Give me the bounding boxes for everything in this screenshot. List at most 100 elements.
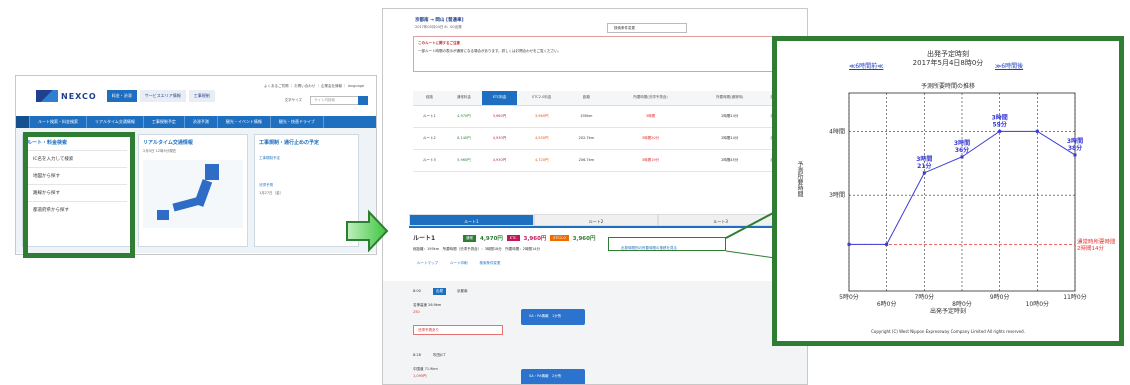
card-title: リアルタイム交通情報	[143, 140, 193, 146]
topnav-item[interactable]: 料金・渋滞	[106, 90, 137, 102]
topnav-item[interactable]: 工事規制	[188, 90, 215, 102]
route-date: 2017年05月04日 8：00出発	[415, 25, 462, 29]
traffic-note: 2月5日 12時5分現在	[143, 149, 177, 153]
timeline-tag: 出発	[433, 288, 446, 295]
data-point	[922, 171, 926, 175]
timeline-road: 名神高速 26.9km	[413, 303, 442, 307]
table-header: 経路	[413, 91, 446, 106]
table-row[interactable]: ルート1 4,970円 3,960円 3,960円 195km 3時間 2時間1…	[413, 105, 783, 128]
timeline-place: 京都南	[457, 289, 468, 293]
japan-map[interactable]	[143, 160, 243, 228]
x-tick-label: 7時0分	[915, 293, 935, 301]
cell: 4,970円	[445, 105, 482, 128]
table-row[interactable]: ルート3 5,960円 4,930円 4,720円 206.7km 3時間19分…	[413, 149, 783, 172]
x-tick-label: 9時0分	[990, 293, 1010, 301]
route1-info: 総距離：195km 所要時間（渋滞予測含）：3時間18分 所要時間：2時間14分	[413, 247, 540, 251]
table-header: 所要時間(通常時)	[694, 91, 765, 106]
cell: ルート1	[413, 105, 446, 128]
cell: 3時間19分	[606, 149, 695, 172]
data-point	[1073, 153, 1077, 157]
table-header: 通常料金	[445, 91, 482, 106]
change-conditions-link[interactable]: 検索条件変更	[480, 261, 501, 266]
sa-pa-info-button[interactable]: SA・PA情報 2か所	[521, 369, 585, 384]
route1-title: ルート1	[413, 235, 436, 242]
table-row[interactable]: ルート2 6,140円 4,930円 4,930円 202.7km 3時間20分…	[413, 127, 783, 150]
flow-arrow-icon	[346, 210, 389, 252]
timeline-road: 中国道 71.9km	[413, 367, 438, 371]
search-placeholder: サイト内検索	[314, 98, 335, 102]
search-icon[interactable]	[358, 96, 368, 105]
traffic-card: リアルタイム交通情報 2月5日 12時5分現在	[138, 134, 248, 247]
congestion-link[interactable]: 渋滞予測	[259, 183, 354, 188]
reference-line-label: 通常時所要時間 2時間14分	[1077, 237, 1116, 252]
site-search-input[interactable]: サイト内検索	[310, 96, 368, 105]
topnav-item[interactable]: サービスエリア情報	[139, 90, 186, 102]
nav-item[interactable]: 渋滞予測	[185, 116, 218, 128]
nav-item[interactable]: 観光・イベント情報	[218, 116, 271, 128]
data-label: 3時間 21分	[916, 155, 932, 170]
construction-link[interactable]: 工事規制予定	[259, 156, 354, 161]
cell: ルート2	[413, 127, 446, 150]
route-heading: 京都南 → 岡山 [普通車]	[415, 18, 464, 23]
route-tabs: ルート1 ルート2 ルート3	[409, 214, 784, 228]
route-alert: このルートに関するご注意 一部ルート時間の表示が通常になる場合があります。詳しく…	[413, 36, 777, 72]
route-actions: ルートマップ ルート印刷 検索条件変更	[417, 261, 501, 266]
cell: 3,960円	[481, 105, 518, 128]
top-nav: 料金・渋滞 サービスエリア情報 工事規制	[106, 90, 215, 102]
nav-item[interactable]: ルート検索・料金検索	[30, 116, 87, 128]
data-label: 3時間 36分	[954, 139, 970, 154]
timeline-time: 8:28	[413, 353, 421, 357]
data-point	[847, 242, 851, 246]
data-point	[960, 155, 964, 159]
cell: 4,930円	[517, 127, 567, 150]
tab-route1[interactable]: ルート1	[409, 214, 534, 226]
route-print-button[interactable]: ルート印刷	[450, 261, 468, 266]
route1-prices: 通常 4,970円 ETC 3,960円 ETC2.0 3,960円	[463, 234, 595, 242]
alert-title: このルートに関するご注意	[418, 41, 460, 45]
user-links[interactable]: よくあるご質問 ｜ お問い合わせ ｜ 企業会社情報 ｜ language	[264, 84, 364, 89]
home-icon[interactable]	[16, 116, 30, 128]
cell: ルート3	[413, 149, 446, 172]
x-tick-label: 5時0分	[839, 293, 859, 301]
table-header: 距離	[566, 91, 607, 106]
table-header[interactable]: ETC料金	[481, 91, 518, 106]
y-tick-label: 3時間	[829, 191, 845, 199]
etc2-tag: ETC2.0	[550, 235, 569, 241]
cell: 4,930円	[481, 127, 518, 150]
cell: 3時間	[606, 105, 695, 128]
travel-time-chart: 5時0分6時0分7時0分8時0分9時0分10時0分11時0分3時間4時間通常時所…	[829, 92, 1116, 308]
cell: 5,960円	[445, 149, 482, 172]
x-tick-label: 11時0分	[1063, 293, 1086, 301]
tab-route2[interactable]: ルート2	[533, 214, 659, 226]
time-transition-link-highlight	[608, 237, 726, 251]
timeline-toll: 250	[413, 310, 420, 314]
data-point	[1035, 129, 1039, 133]
data-point	[998, 129, 1002, 133]
tab-route3[interactable]: ルート3	[658, 214, 784, 226]
data-point	[885, 242, 889, 246]
cell: 2時間14分	[694, 105, 765, 128]
cell: 195km	[566, 105, 607, 128]
chart-xlabel: 出発予定時刻	[929, 308, 966, 315]
cell: 4,720円	[517, 149, 567, 172]
congestion-note: 1月27日（金）	[259, 191, 284, 195]
construction-card: 工事規制・通行止めの予定 工事規制予定 渋滞予測 1月27日（金）	[254, 134, 359, 247]
timeline-place: 吹田JCT	[433, 353, 446, 357]
nexco-logo: NEXCO	[36, 90, 97, 102]
route-timeline: 8:00 出発 京都南 名神高速 26.9km 250 渋滞予測あり SA・PA…	[383, 281, 807, 384]
logo-mark-icon	[36, 90, 58, 102]
congestion-warning[interactable]: 渋滞予測あり	[413, 325, 503, 335]
timeline-toll: 1,090円	[413, 374, 427, 378]
normal-price: 4,970円	[480, 236, 503, 242]
cell: 3,960円	[517, 105, 567, 128]
route-map-button[interactable]: ルートマップ	[417, 261, 438, 266]
etc-price: 3,960円	[523, 236, 547, 242]
sa-pa-info-button[interactable]: SA・PA情報 1か所	[521, 309, 585, 325]
etc-tag: ETC	[506, 235, 520, 241]
nav-item[interactable]: リアルタイム交通情報	[87, 116, 144, 128]
cell: 2時間45分	[694, 149, 765, 172]
nav-item[interactable]: 観光・快適ドライブ	[271, 116, 324, 128]
change-conditions-button[interactable]: 検索条件変更	[607, 23, 687, 33]
route-comparison-table: 経路 通常料金 ETC料金 ETC2.0料金 距離 所要時間(渋滞予測含) 所要…	[413, 91, 783, 172]
nav-item[interactable]: 工事規制予定	[144, 116, 185, 128]
